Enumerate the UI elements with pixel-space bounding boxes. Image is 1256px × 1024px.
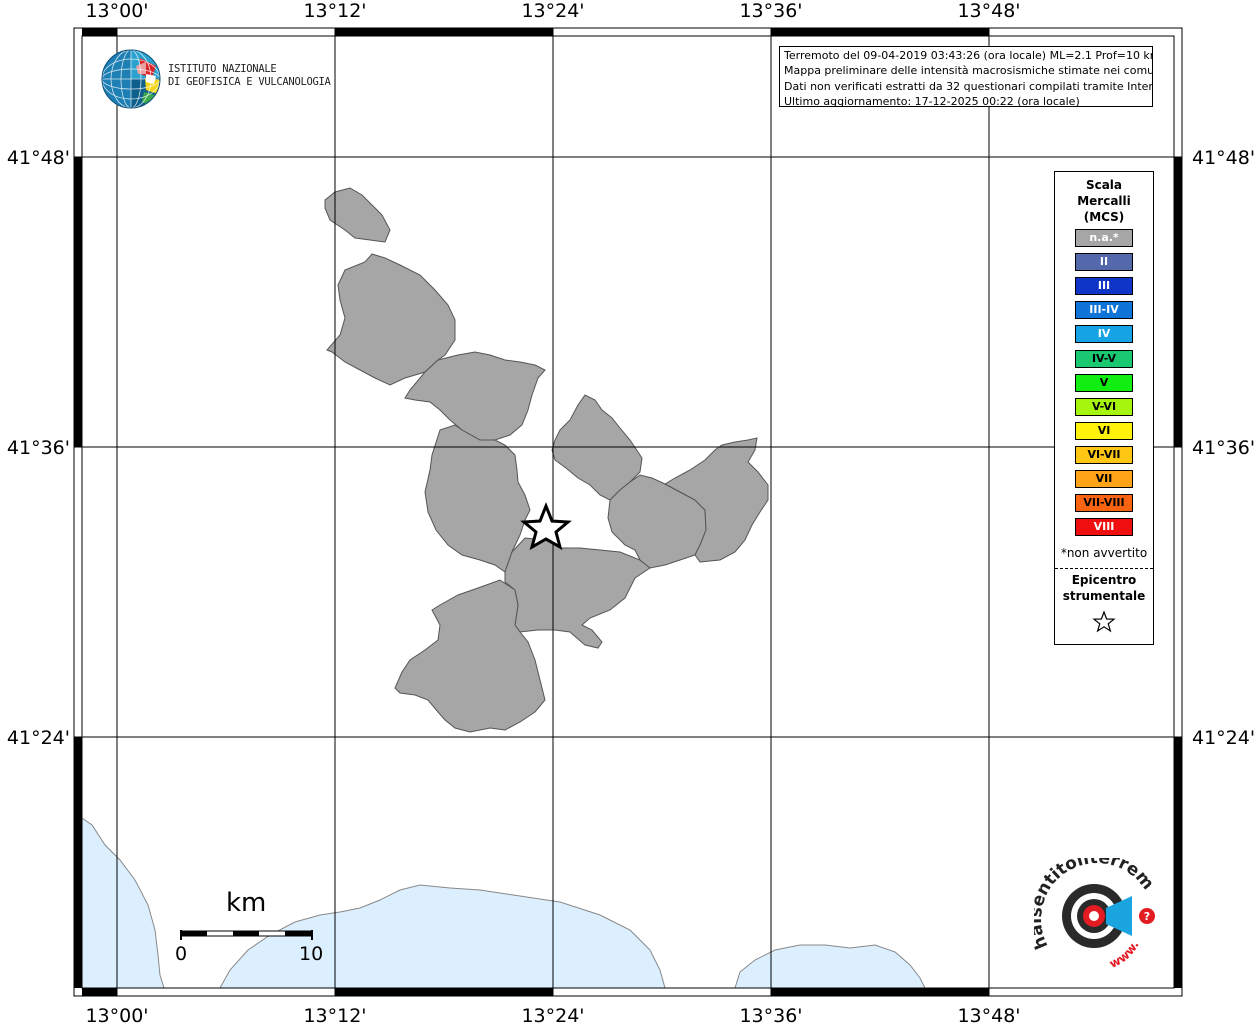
legend-epicenter-line1: Epicentro bbox=[1071, 573, 1137, 587]
event-info-box: Terremoto del 09-04-2019 03:43:26 (ora l… bbox=[779, 46, 1153, 107]
haisentito-www: www. bbox=[1107, 938, 1142, 971]
lat-labels-right: 41°48' 41°36' 41°24' bbox=[1192, 147, 1255, 749]
legend-title-line3: (MCS) bbox=[1083, 210, 1125, 224]
legend-title-line2: Mercalli bbox=[1077, 194, 1131, 208]
event-subtitle: Mappa preliminare delle intensità macros… bbox=[784, 64, 1153, 78]
scale-bar: km 0 10 bbox=[168, 888, 328, 978]
scale-label-end: 10 bbox=[299, 943, 324, 965]
legend-divider bbox=[1055, 568, 1153, 569]
event-title: Terremoto del 09-04-2019 03:43:26 (ora l… bbox=[784, 49, 1153, 62]
ingv-name: ISTITUTO NAZIONALE DI GEOFISICA E VULCAN… bbox=[168, 63, 331, 89]
legend-swatch: VII bbox=[1075, 470, 1133, 488]
event-data-note: Dati non verificati estratti da 32 quest… bbox=[784, 79, 1153, 93]
legend-title: Scala Mercalli (MCS) bbox=[1055, 177, 1153, 225]
legend-swatch: IV bbox=[1075, 325, 1133, 344]
haisentito-logo-graphic: ? haisentitoilterremoto.it www. bbox=[1026, 843, 1158, 971]
lat-label: 41°48' bbox=[7, 147, 70, 169]
lat-label: 41°24' bbox=[7, 727, 70, 749]
haisentito-logo: ? haisentitoilterremoto.it www. bbox=[1026, 843, 1170, 978]
legend-swatch: n.a.* bbox=[1075, 229, 1133, 247]
lon-label: 13°24' bbox=[521, 1005, 584, 1024]
legend-swatch: III bbox=[1075, 277, 1133, 296]
lon-label: 13°00' bbox=[85, 1005, 148, 1024]
lon-label: 13°00' bbox=[85, 0, 148, 22]
sea-area-east bbox=[734, 944, 926, 989]
mcs-legend: Scala Mercalli (MCS) n.a.* II III III-IV IV I… bbox=[1054, 171, 1154, 645]
lon-labels-top: 13°00' 13°12' 13°24' 13°36' 13°48' bbox=[85, 0, 1020, 22]
ingv-name-line1: ISTITUTO NAZIONALE bbox=[168, 63, 277, 75]
legend-swatch: II bbox=[1075, 253, 1133, 272]
municipality-polygon bbox=[504, 537, 651, 649]
lon-label: 13°48' bbox=[957, 1005, 1020, 1024]
legend-note: *non avvertito bbox=[1060, 546, 1148, 560]
globe-logo-icon bbox=[101, 49, 161, 109]
legend-swatch: VII-VIII bbox=[1075, 494, 1133, 513]
lon-label: 13°12' bbox=[303, 0, 366, 22]
lat-label: 41°36' bbox=[1192, 437, 1255, 459]
legend-swatch: IV-V bbox=[1075, 349, 1133, 368]
legend-swatch: VI bbox=[1075, 421, 1133, 440]
lat-label: 41°24' bbox=[1192, 727, 1255, 749]
ingv-name-line2: DI GEOFISICA E VULCANOLOGIA bbox=[168, 76, 331, 88]
legend-epicenter-line2: strumentale bbox=[1062, 589, 1146, 603]
sea-area-west bbox=[81, 817, 165, 989]
legend-swatch: V-VI bbox=[1075, 397, 1133, 416]
legend-epicenter-label: Epicentro strumentale bbox=[1055, 572, 1153, 604]
legend-swatch: VI-VII bbox=[1075, 445, 1133, 464]
lon-label: 13°48' bbox=[957, 0, 1020, 22]
municipalities bbox=[324, 187, 769, 733]
ingv-logo: ISTITUTO NAZIONALE DI GEOFISICA E VULCAN… bbox=[100, 48, 331, 112]
lat-label: 41°36' bbox=[7, 437, 70, 459]
lon-label: 13°36' bbox=[739, 1005, 802, 1024]
legend-swatch: VIII bbox=[1075, 518, 1133, 537]
lon-labels-bottom: 13°00' 13°12' 13°24' 13°36' 13°48' bbox=[85, 1005, 1020, 1024]
legend-swatch: III-IV bbox=[1075, 301, 1133, 320]
lon-label: 13°36' bbox=[739, 0, 802, 22]
legend-swatch: V bbox=[1075, 373, 1133, 392]
svg-text:?: ? bbox=[1144, 910, 1150, 923]
scale-unit: km bbox=[226, 888, 267, 918]
lat-label: 41°48' bbox=[1192, 147, 1255, 169]
lon-label: 13°24' bbox=[521, 0, 584, 22]
lat-labels-left: 41°48' 41°36' 41°24' bbox=[7, 147, 70, 749]
legend-title-line1: Scala bbox=[1085, 178, 1123, 192]
legend-star-icon bbox=[1092, 610, 1116, 633]
lon-label: 13°12' bbox=[303, 1005, 366, 1024]
scale-label-start: 0 bbox=[175, 943, 188, 965]
event-update-time: Ultimo aggiornamento: 17-12-2025 00:22 (… bbox=[784, 94, 1080, 107]
